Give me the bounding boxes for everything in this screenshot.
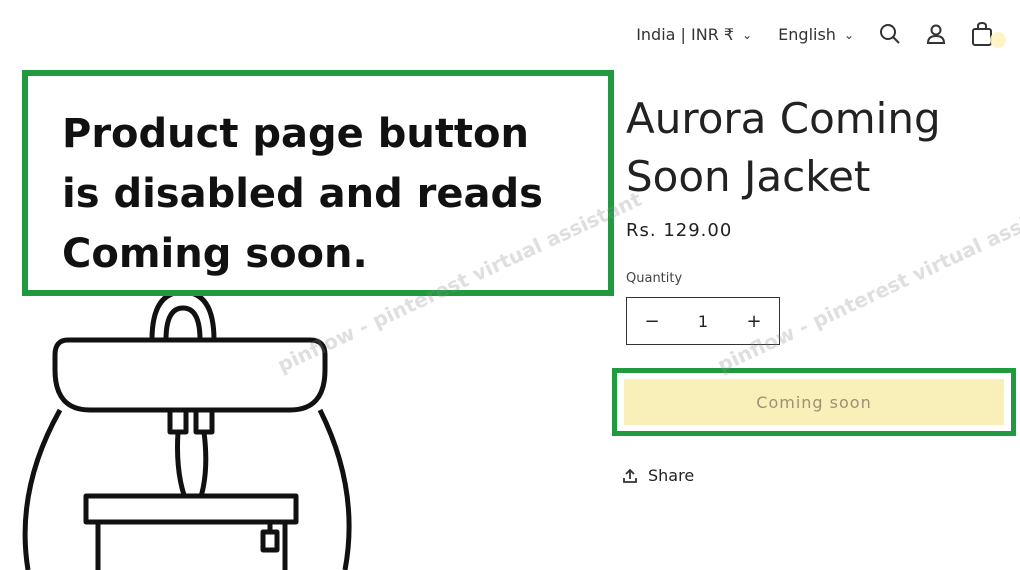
coming-soon-button[interactable]: Coming soon	[624, 379, 1004, 425]
search-icon[interactable]	[872, 16, 908, 52]
country-currency-label: India | INR ₹	[636, 24, 735, 44]
quantity-increase-button[interactable]: +	[729, 298, 779, 344]
button-highlight-box: Coming soon	[612, 368, 1016, 436]
country-currency-selector[interactable]: India | INR ₹ ⌄	[628, 25, 760, 44]
annotation-box: Product page button is disabled and read…	[22, 70, 614, 296]
product-title: Aurora Coming Soon Jacket	[626, 90, 966, 206]
language-selector[interactable]: English ⌄	[770, 25, 862, 44]
watermark: pinflow - pinterest virtual assistant	[713, 186, 1020, 378]
quantity-input[interactable]: 1	[677, 312, 729, 331]
cart-icon[interactable]	[964, 16, 1006, 52]
annotation-line-1: Product page button	[62, 111, 530, 157]
account-icon[interactable]	[918, 16, 954, 52]
language-label: English	[778, 24, 836, 44]
share-icon	[623, 468, 637, 483]
chevron-down-icon: ⌄	[742, 28, 753, 42]
product-title-line-1: Aurora Coming	[626, 94, 941, 143]
quantity-decrease-button[interactable]: −	[627, 298, 677, 344]
product-title-line-2: Soon Jacket	[626, 152, 871, 201]
quantity-stepper: − 1 +	[626, 297, 780, 345]
quantity-label: Quantity	[626, 271, 683, 286]
cart-count-badge	[990, 32, 1006, 48]
annotation-line-3: Coming soon.	[62, 231, 368, 277]
header-bar: India | INR ₹ ⌄ English ⌄	[628, 14, 1006, 54]
annotation-line-2: is disabled and reads	[62, 171, 543, 217]
share-label: Share	[648, 466, 695, 485]
share-button[interactable]: Share	[622, 466, 694, 485]
product-price: Rs. 129.00	[626, 220, 733, 241]
product-image	[22, 289, 352, 570]
chevron-down-icon: ⌄	[843, 28, 854, 42]
